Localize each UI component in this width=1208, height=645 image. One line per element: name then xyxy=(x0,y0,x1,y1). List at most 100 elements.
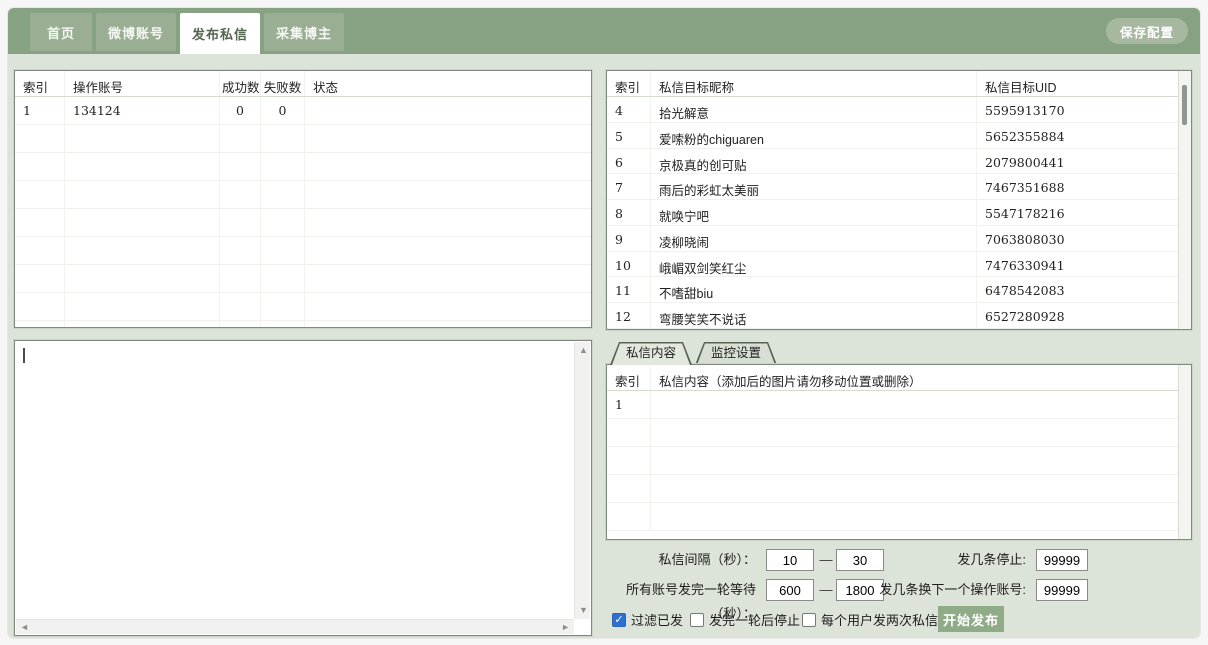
checkbox-每个用户发两次私信[interactable]: 每个用户发两次私信 xyxy=(802,610,938,629)
interval-label: 私信间隔（秒）： xyxy=(658,552,756,567)
compose-panel: ▲ ▼ ◄ ► xyxy=(14,340,592,636)
table-row[interactable]: 10 峨嵋双剑笑红尘 7476330941 xyxy=(607,251,1178,278)
range-dash: — xyxy=(819,582,833,597)
save-config-button[interactable]: 保存配置 xyxy=(1105,18,1188,44)
scroll-up-icon[interactable]: ▲ xyxy=(579,346,588,355)
cell xyxy=(305,97,591,124)
cell: 12 xyxy=(607,303,651,329)
cell: 2079800441 xyxy=(985,154,1065,170)
cell: 4 xyxy=(607,97,651,122)
table-row[interactable] xyxy=(15,209,591,237)
cell: 5 xyxy=(607,122,651,148)
table-row[interactable]: 5 爱嗦粉的chiguaren 5652355884 xyxy=(607,122,1178,149)
compose-vertical-scrollbar[interactable]: ▲ ▼ xyxy=(574,342,590,619)
checkbox-checked-icon[interactable]: ✓ xyxy=(612,612,626,627)
cell xyxy=(65,321,220,327)
cell: 爱嗦粉的chiguaren xyxy=(651,122,977,148)
message-targets-grid: 索引 私信目标昵称 私信目标UID 4 拾光解意 5595913170 5 爱嗦粉的chigu… xyxy=(607,71,1178,329)
tab-微博账号[interactable]: 微博账号 xyxy=(96,13,177,51)
cell xyxy=(15,209,65,236)
cell xyxy=(65,293,220,320)
cell: 7063808030 xyxy=(985,231,1065,247)
table-row[interactable] xyxy=(607,419,1178,447)
app-window: 首页 微博账号 发布私信 采集博主 保存配置 索引 操作账号 成功数 失败数 状态 1 13412… xyxy=(8,8,1200,638)
scroll-down-icon[interactable]: ▼ xyxy=(579,606,588,615)
round-wait-min-input[interactable] xyxy=(766,579,814,601)
cell: 状态 xyxy=(313,81,339,95)
table-row[interactable]: 11 不嗜甜biu 6478542083 xyxy=(607,277,1178,304)
interval-settings-row: 私信间隔（秒）： — 发几条停止: xyxy=(606,548,1192,572)
cell xyxy=(261,125,305,152)
cell xyxy=(305,125,591,152)
table-row[interactable] xyxy=(15,181,591,209)
cell: 私信内容（添加后的图片请勿移动位置或删除） xyxy=(659,375,922,389)
table-row[interactable]: 6 京极真的创可贴 2079800441 xyxy=(607,148,1178,175)
targets-scrollbar-thumb[interactable] xyxy=(1182,85,1187,125)
cell: 7 xyxy=(607,174,651,200)
table-row[interactable] xyxy=(607,475,1178,503)
cell xyxy=(15,265,65,292)
cell xyxy=(261,209,305,236)
compose-textarea[interactable] xyxy=(17,343,573,618)
cell xyxy=(220,293,261,320)
operation-accounts-table: 索引 操作账号 成功数 失败数 状态 1 134124 0 0 xyxy=(14,70,592,328)
checkbox-label: 每个用户发两次私信 xyxy=(821,613,939,628)
cell xyxy=(305,237,591,264)
tab-发布私信[interactable]: 发布私信 xyxy=(180,13,261,54)
message-content-panel: 私信内容 监控设置 索引 私信内容（添加后的图片请勿移动位置或删除） 1 私信间隔（秒… xyxy=(606,342,1192,636)
table-row[interactable]: 7 雨后的彩虹太美丽 7467351688 xyxy=(607,174,1178,201)
message-content-table: 索引 私信内容（添加后的图片请勿移动位置或删除） 1 xyxy=(606,364,1192,540)
table-row[interactable] xyxy=(15,153,591,181)
cell: 8 xyxy=(607,200,651,225)
cell: 索引 xyxy=(15,71,65,96)
cell: 峨嵋双剑笑红尘 xyxy=(651,251,977,277)
scroll-left-icon[interactable]: ◄ xyxy=(20,623,29,632)
table-row[interactable] xyxy=(15,125,591,153)
cell: 0 xyxy=(261,97,305,124)
table-row[interactable] xyxy=(15,237,591,265)
table-row[interactable] xyxy=(15,293,591,321)
compose-horizontal-scrollbar[interactable]: ◄ ► xyxy=(16,619,574,634)
table-row[interactable]: 4 拾光解意 5595913170 xyxy=(607,97,1178,123)
cell xyxy=(305,293,591,320)
table-row[interactable] xyxy=(607,447,1178,475)
message-panel-tabs: 私信内容 监控设置 xyxy=(610,342,780,365)
message-content-scrollbar[interactable] xyxy=(1178,365,1191,539)
checkbox-unchecked-icon[interactable] xyxy=(690,612,704,627)
tab-私信内容[interactable]: 私信内容 xyxy=(610,342,692,365)
cell: 不嗜甜biu xyxy=(651,277,977,303)
cell xyxy=(261,237,305,264)
switch-account-input[interactable] xyxy=(1036,579,1088,601)
cell: 操作账号 xyxy=(65,71,220,96)
checkbox-发完一轮后停止[interactable]: 发完一轮后停止 xyxy=(690,610,800,629)
table-header-row: 索引 私信内容（添加后的图片请勿移动位置或删除） xyxy=(607,365,1178,391)
checkbox-过滤已发[interactable]: ✓ 过滤已发 xyxy=(612,610,683,629)
cell: 京极真的创可贴 xyxy=(651,148,977,174)
interval-min-input[interactable] xyxy=(766,549,814,571)
checkbox-unchecked-icon[interactable] xyxy=(802,612,816,627)
table-row[interactable] xyxy=(15,321,591,327)
cell xyxy=(607,447,651,474)
cell: 1 xyxy=(15,97,65,124)
table-row[interactable]: 9 凌柳晓闹 7063808030 xyxy=(607,225,1178,252)
table-row[interactable] xyxy=(15,265,591,293)
stop-count-input[interactable] xyxy=(1036,549,1088,571)
cell xyxy=(305,321,591,327)
tab-监控设置[interactable]: 监控设置 xyxy=(695,342,777,365)
scroll-right-icon[interactable]: ► xyxy=(561,623,570,632)
tab-首页[interactable]: 首页 xyxy=(30,13,92,51)
tab-采集博主[interactable]: 采集博主 xyxy=(264,13,345,51)
cell xyxy=(261,321,305,327)
stop-count-label: 发几条停止: xyxy=(957,552,1026,567)
start-publish-button[interactable]: 开始发布 xyxy=(938,606,1004,632)
table-row[interactable]: 8 就唤宁吧 5547178216 xyxy=(607,200,1178,226)
cell xyxy=(65,237,220,264)
cell xyxy=(651,447,1178,474)
cell xyxy=(261,181,305,208)
table-row[interactable]: 1 xyxy=(607,391,1178,419)
table-row[interactable]: 1 134124 0 0 xyxy=(15,97,591,125)
table-row[interactable] xyxy=(607,503,1178,531)
targets-scrollbar[interactable] xyxy=(1178,71,1191,329)
table-row[interactable]: 12 弯腰笑笑不说话 6527280928 xyxy=(607,303,1178,329)
cell xyxy=(261,293,305,320)
